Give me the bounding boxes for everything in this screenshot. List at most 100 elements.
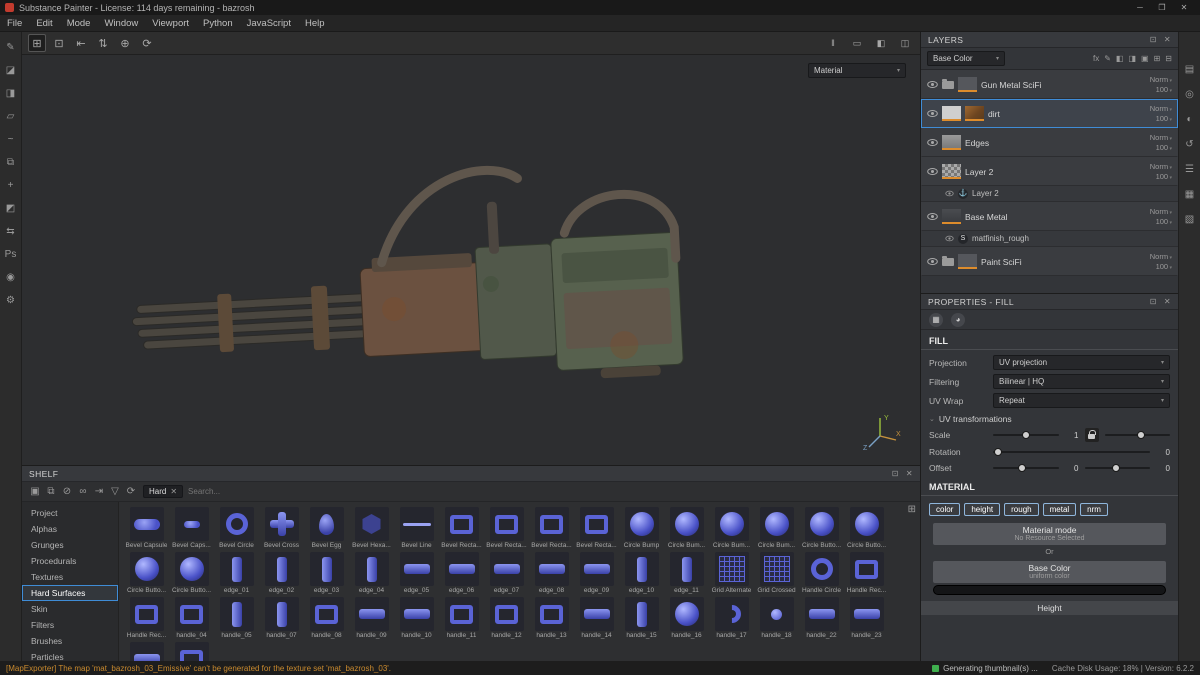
menu-item[interactable]: JavaScript bbox=[240, 15, 298, 32]
undock-panel-icon[interactable]: ⊡ bbox=[1150, 297, 1157, 306]
toolbar-icon[interactable]: ⟳ bbox=[138, 34, 156, 52]
shelf-toolbar-icon[interactable]: ⇥ bbox=[92, 486, 106, 497]
scale-y-slider[interactable] bbox=[1104, 429, 1170, 441]
shelf-item[interactable]: Niche Recta... bbox=[170, 642, 213, 661]
layer-thumbnail[interactable] bbox=[958, 77, 977, 92]
shelf-toolbar-icon[interactable]: ▣ bbox=[28, 486, 42, 497]
undock-panel-icon[interactable]: ⊡ bbox=[892, 469, 899, 478]
shelf-item[interactable]: edge_07 bbox=[485, 552, 528, 594]
shelf-toolbar-icon[interactable]: ⊘ bbox=[60, 486, 74, 497]
undock-panel-icon[interactable]: ⊡ bbox=[1150, 35, 1157, 44]
shelf-item[interactable]: Bevel Egg bbox=[305, 507, 348, 549]
layer-name[interactable]: Edges bbox=[965, 138, 1146, 148]
layers-toolbar-icon[interactable]: ⊞ bbox=[1154, 54, 1161, 63]
dock-icon[interactable]: ☰ bbox=[1182, 162, 1198, 177]
material-properties-tab-icon[interactable]: ▦ bbox=[929, 312, 943, 327]
menu-item[interactable]: Viewport bbox=[145, 15, 196, 32]
scale-value[interactable]: 1 bbox=[1065, 431, 1078, 440]
tool-icon[interactable]: ◉ bbox=[3, 270, 19, 285]
close-panel-icon[interactable]: ✕ bbox=[906, 469, 913, 478]
layer-name[interactable]: Layer 2 bbox=[965, 167, 1146, 177]
shelf-item[interactable]: handle_08 bbox=[305, 597, 348, 639]
tool-icon[interactable]: ⧉ bbox=[3, 155, 19, 170]
layer-name[interactable]: dirt bbox=[988, 109, 1146, 119]
layer-thumbnail[interactable] bbox=[942, 164, 961, 179]
shelf-item[interactable]: handle_22 bbox=[800, 597, 843, 639]
tool-icon[interactable]: ⚙ bbox=[3, 293, 19, 308]
shelf-category[interactable]: Skin bbox=[22, 601, 118, 617]
mask-properties-tab-icon[interactable]: ◕ bbox=[951, 312, 965, 327]
shelf-item[interactable]: edge_03 bbox=[305, 552, 348, 594]
dock-icon[interactable]: ▤ bbox=[1182, 62, 1198, 77]
dock-icon[interactable]: ▧ bbox=[1182, 212, 1198, 227]
blend-mode-dropdown[interactable]: Base Color bbox=[927, 51, 1005, 66]
shelf-item[interactable]: handle_11 bbox=[440, 597, 483, 639]
menu-item[interactable]: Python bbox=[196, 15, 240, 32]
layer-blend-dropdown[interactable]: Norm bbox=[1150, 75, 1172, 84]
layer-thumbnail[interactable] bbox=[942, 135, 961, 150]
scale-lock-icon[interactable] bbox=[1084, 428, 1099, 442]
tool-icon[interactable]: ✎ bbox=[3, 40, 19, 55]
shelf-item[interactable]: edge_02 bbox=[260, 552, 303, 594]
layer-opacity-dropdown[interactable]: 100 bbox=[1156, 262, 1172, 271]
shelf-item[interactable]: Handle Rec... bbox=[845, 552, 888, 594]
filter-tag-hard[interactable]: Hard ✕ bbox=[143, 485, 184, 498]
grid-display-toggle-icon[interactable]: ⊞ bbox=[908, 504, 916, 515]
layer-effect-row[interactable]: matfinish_rough bbox=[921, 231, 1178, 247]
layers-toolbar-icon[interactable]: ◨ bbox=[1128, 54, 1136, 63]
toolbar-icon[interactable]: ▭ bbox=[848, 34, 866, 52]
shelf-item[interactable]: edge_10 bbox=[620, 552, 663, 594]
layer-row[interactable]: Gun Metal SciFi Norm 100 bbox=[921, 70, 1178, 99]
maximize-button[interactable]: ❐ bbox=[1151, 0, 1173, 15]
shelf-item[interactable]: Bevel Recta... bbox=[485, 507, 528, 549]
toolbar-icon[interactable]: ⊕ bbox=[116, 34, 134, 52]
shelf-item[interactable]: Circle Bum... bbox=[710, 507, 753, 549]
offset-y-value[interactable]: 0 bbox=[1156, 464, 1170, 473]
shelf-item[interactable]: Circle Butto... bbox=[125, 552, 168, 594]
menu-item[interactable]: Mode bbox=[60, 15, 98, 32]
shelf-item[interactable]: handle_05 bbox=[215, 597, 258, 639]
menu-item[interactable]: File bbox=[0, 15, 29, 32]
layer-blend-dropdown[interactable]: Norm bbox=[1150, 252, 1172, 261]
layer-thumbnail[interactable] bbox=[965, 106, 984, 121]
minimize-button[interactable]: ─ bbox=[1129, 0, 1151, 15]
projection-dropdown[interactable]: UV projection bbox=[993, 355, 1170, 370]
shelf-item[interactable]: handle_15 bbox=[620, 597, 663, 639]
layers-toolbar-icon[interactable]: ◧ bbox=[1116, 54, 1124, 63]
shelf-item[interactable]: Circle Bum... bbox=[755, 507, 798, 549]
tool-icon[interactable]: + bbox=[3, 178, 19, 193]
layer-row[interactable]: Base Metal Norm 100 bbox=[921, 202, 1178, 231]
visibility-eye-icon[interactable] bbox=[927, 138, 938, 147]
shelf-item[interactable]: edge_05 bbox=[395, 552, 438, 594]
layer-row[interactable]: dirt Norm 100 bbox=[921, 99, 1178, 128]
shelf-item[interactable]: Bevel Caps... bbox=[170, 507, 213, 549]
visibility-eye-icon[interactable] bbox=[927, 167, 938, 176]
layers-toolbar-icon[interactable]: ⊟ bbox=[1165, 54, 1172, 63]
filtering-dropdown[interactable]: Bilinear | HQ bbox=[993, 374, 1170, 389]
layer-name[interactable]: Paint SciFi bbox=[981, 257, 1146, 267]
shelf-item[interactable]: Circle Butto... bbox=[845, 507, 888, 549]
effect-name[interactable]: matfinish_rough bbox=[972, 234, 1029, 243]
effect-name[interactable]: Layer 2 bbox=[972, 189, 999, 198]
rotation-value[interactable]: 0 bbox=[1156, 448, 1170, 457]
toolbar-icon[interactable]: ⇤ bbox=[72, 34, 90, 52]
layer-row[interactable]: Edges Norm 100 bbox=[921, 128, 1178, 157]
shelf-item[interactable]: Circle Butto... bbox=[170, 552, 213, 594]
shelf-item[interactable]: handle_04 bbox=[170, 597, 213, 639]
tool-icon[interactable]: ~ bbox=[3, 132, 19, 147]
shelf-category[interactable]: Textures bbox=[22, 569, 118, 585]
layer-opacity-dropdown[interactable]: 100 bbox=[1156, 114, 1172, 123]
shelf-item[interactable]: edge_08 bbox=[530, 552, 573, 594]
visibility-eye-icon[interactable] bbox=[945, 235, 954, 242]
shelf-item[interactable]: Bevel Hexa... bbox=[350, 507, 393, 549]
layer-blend-dropdown[interactable]: Norm bbox=[1150, 133, 1172, 142]
layer-opacity-dropdown[interactable]: 100 bbox=[1156, 172, 1172, 181]
visibility-eye-icon[interactable] bbox=[927, 257, 938, 266]
toolbar-icon[interactable]: ◧ bbox=[872, 34, 890, 52]
shelf-item[interactable]: Bevel Recta... bbox=[440, 507, 483, 549]
filter-tag-close-icon[interactable]: ✕ bbox=[170, 487, 177, 496]
shelf-toolbar-icon[interactable]: ∞ bbox=[76, 486, 90, 497]
layer-mask-thumbnail[interactable] bbox=[942, 106, 961, 121]
base-color-swatch[interactable] bbox=[933, 585, 1166, 595]
dock-icon[interactable]: ↺ bbox=[1182, 137, 1198, 152]
